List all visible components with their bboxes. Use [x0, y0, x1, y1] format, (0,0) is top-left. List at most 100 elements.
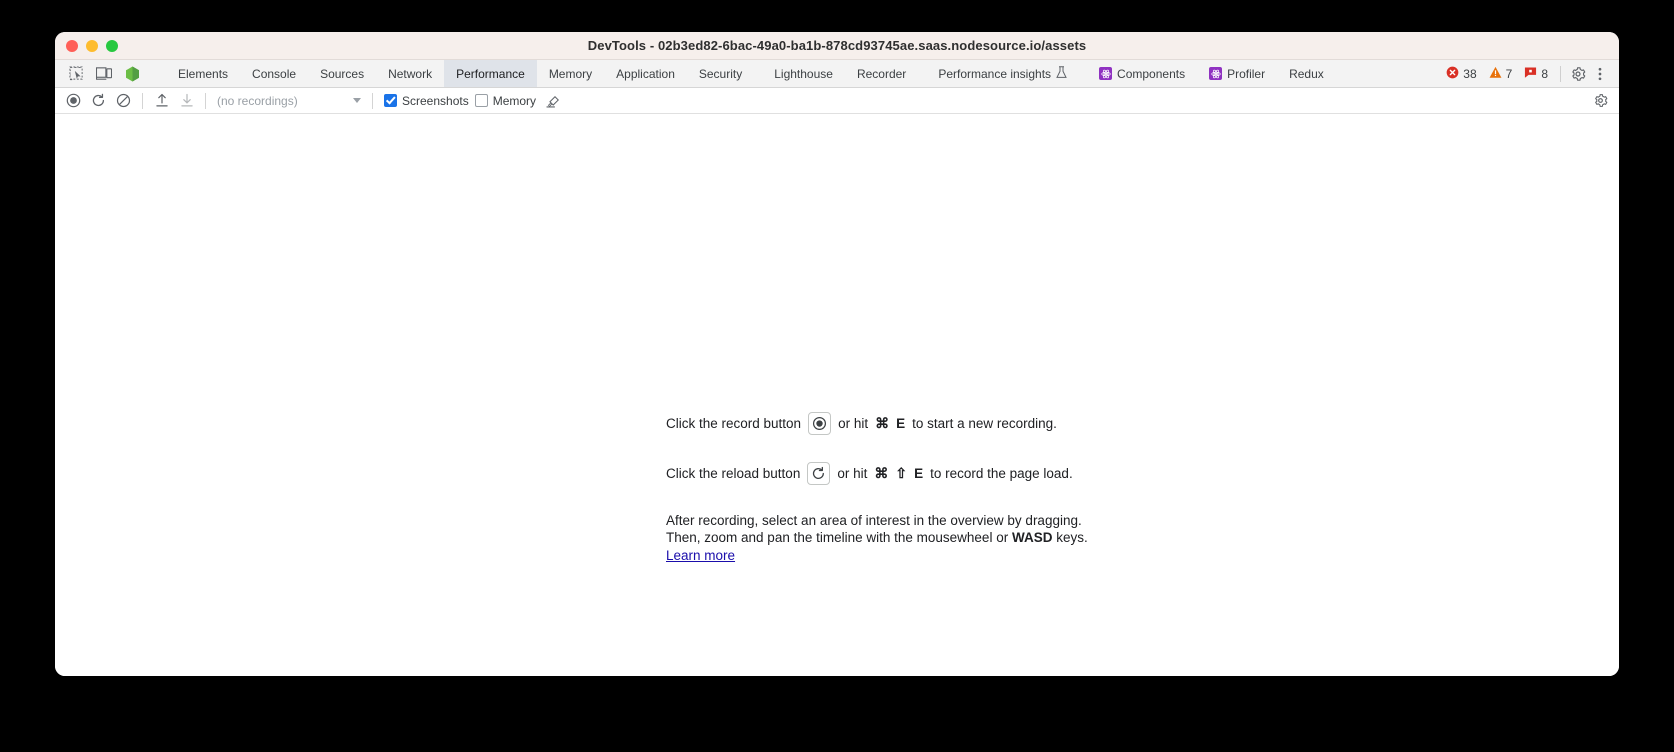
collect-garbage-icon[interactable]: [542, 90, 565, 112]
tab-label: Components: [1117, 66, 1186, 81]
issue-count-value: 8: [1541, 66, 1548, 81]
record-instruction-row: Click the record button or hit ⌘ E to st…: [666, 412, 1088, 435]
tab-label: Recorder: [856, 66, 907, 81]
landing-description-line2: Then, zoom and pan the timeline with the…: [666, 529, 1088, 546]
reload-instruction-suffix: to record the page load.: [930, 465, 1073, 481]
learn-more-link[interactable]: Learn more: [666, 547, 735, 564]
reload-shortcut-command-key: ⌘: [874, 465, 889, 482]
tabbar-status-area: 38 7 8: [1440, 60, 1619, 87]
performance-panel-body: Click the record button or hit ⌘ E to st…: [55, 114, 1619, 676]
reload-shortcut-shift-key: ⇧: [895, 465, 908, 482]
tab-label: Redux: [1289, 66, 1324, 81]
tab-lighthouse[interactable]: Lighthouse: [754, 60, 845, 87]
issue-square-icon: [1524, 66, 1537, 82]
tab-application[interactable]: Application: [604, 60, 687, 87]
save-profile-button[interactable]: [175, 90, 198, 112]
nodejs-icon[interactable]: [121, 63, 143, 85]
landing-description-line1: After recording, select an area of inter…: [666, 513, 1082, 528]
tab-components[interactable]: Components: [1079, 60, 1197, 87]
record-shortcut-command-key: ⌘: [875, 415, 890, 432]
tab-sources[interactable]: Sources: [308, 60, 376, 87]
experiment-flask-icon: [1056, 66, 1067, 81]
error-circle-icon: [1446, 66, 1459, 82]
tab-recorder[interactable]: Recorder: [845, 60, 918, 87]
error-count-value: 38: [1463, 66, 1477, 81]
reload-and-record-button[interactable]: [87, 90, 110, 112]
tab-memory[interactable]: Memory: [537, 60, 604, 87]
performance-landing-page: Click the record button or hit ⌘ E to st…: [666, 412, 1088, 564]
react-logo-icon: [1099, 67, 1113, 80]
tab-label: Sources: [320, 66, 365, 81]
tab-label: Elements: [178, 66, 229, 81]
device-toolbar-icon[interactable]: [93, 63, 115, 85]
tab-label: Console: [252, 66, 297, 81]
load-profile-button[interactable]: [150, 90, 173, 112]
zoom-window-button[interactable]: [106, 39, 118, 52]
react-logo-icon: [1209, 67, 1223, 80]
tab-label: Lighthouse: [774, 66, 833, 81]
tab-performance[interactable]: Performance: [444, 60, 537, 87]
tabbar-spacer: [1336, 60, 1440, 87]
toolbar-divider-3: [372, 92, 373, 109]
inline-reload-button[interactable]: [807, 462, 831, 485]
devtools-window: DevTools - 02b3ed82-6bac-49a0-ba1b-878cd…: [55, 32, 1619, 676]
memory-checkbox-group[interactable]: Memory: [474, 93, 537, 108]
toolbar-divider-2: [205, 92, 206, 109]
tabbar-left-icons: [55, 60, 166, 87]
gear-icon[interactable]: [1567, 63, 1589, 85]
devtools-tabbar: Elements Console Sources Network Perform…: [55, 60, 1619, 88]
clear-recording-button[interactable]: [112, 90, 135, 112]
tab-label: Network: [388, 66, 433, 81]
minimize-window-button[interactable]: [86, 39, 98, 52]
tab-console[interactable]: Console: [240, 60, 308, 87]
tab-elements[interactable]: Elements: [166, 60, 240, 87]
warning-count-badge[interactable]: 7: [1483, 66, 1519, 82]
chevron-down-icon: [353, 98, 361, 103]
reload-instruction-prefix: Click the reload button: [666, 465, 801, 481]
tab-label: Performance: [456, 66, 525, 81]
tab-security[interactable]: Security: [687, 60, 754, 87]
record-instruction-suffix: to start a new recording.: [912, 415, 1057, 431]
issue-count-badge[interactable]: 8: [1518, 66, 1554, 82]
wasd-keys-label: WASD: [1011, 530, 1053, 546]
tab-network[interactable]: Network: [376, 60, 444, 87]
tab-label: Security: [698, 66, 743, 81]
status-divider: [1560, 65, 1561, 82]
screenshots-label: Screenshots: [402, 93, 469, 108]
tab-label: Performance insights: [938, 66, 1052, 81]
tab-list: Elements Console Sources Network Perform…: [166, 60, 1336, 87]
close-window-button[interactable]: [66, 39, 78, 52]
inline-record-button[interactable]: [808, 412, 832, 435]
recordings-dropdown[interactable]: (no recordings): [215, 91, 365, 111]
landing-description-line2-post: keys.: [1056, 530, 1088, 546]
error-count-badge[interactable]: 38: [1440, 66, 1482, 82]
tab-label: Profiler: [1227, 66, 1266, 81]
tab-profiler[interactable]: Profiler: [1197, 60, 1277, 87]
capture-settings-gear-icon[interactable]: [1589, 90, 1612, 112]
memory-label: Memory: [492, 93, 537, 108]
record-shortcut-letter-key: E: [896, 415, 906, 431]
tab-label: Memory: [548, 66, 593, 81]
tab-performance-insights[interactable]: Performance insights: [918, 60, 1079, 87]
warning-count-value: 7: [1505, 66, 1513, 81]
reload-shortcut-letter-key: E: [914, 465, 924, 481]
record-instruction-mid: or hit: [838, 415, 869, 431]
tab-redux[interactable]: Redux: [1277, 60, 1336, 87]
record-instruction-prefix: Click the record button: [666, 415, 802, 431]
record-button[interactable]: [62, 90, 85, 112]
memory-checkbox[interactable]: [474, 94, 488, 107]
tab-label: Application: [616, 66, 675, 81]
screenshots-checkbox[interactable]: [384, 94, 397, 107]
more-options-icon[interactable]: [1589, 63, 1611, 85]
reload-instruction-mid: or hit: [837, 465, 868, 481]
window-titlebar: DevTools - 02b3ed82-6bac-49a0-ba1b-878cd…: [55, 32, 1619, 60]
traffic-lights: [66, 39, 118, 52]
screenshots-checkbox-group[interactable]: Screenshots: [384, 94, 469, 108]
landing-description: After recording, select an area of inter…: [666, 512, 1088, 564]
toolbar-divider: [142, 92, 143, 109]
window-title: DevTools - 02b3ed82-6bac-49a0-ba1b-878cd…: [587, 38, 1087, 53]
reload-instruction-row: Click the reload button or hit ⌘ ⇧ E to …: [666, 462, 1088, 485]
performance-toolbar: (no recordings) Screenshots Memory: [55, 88, 1619, 114]
inspect-element-icon[interactable]: [65, 63, 87, 85]
warning-triangle-icon: [1489, 66, 1502, 82]
